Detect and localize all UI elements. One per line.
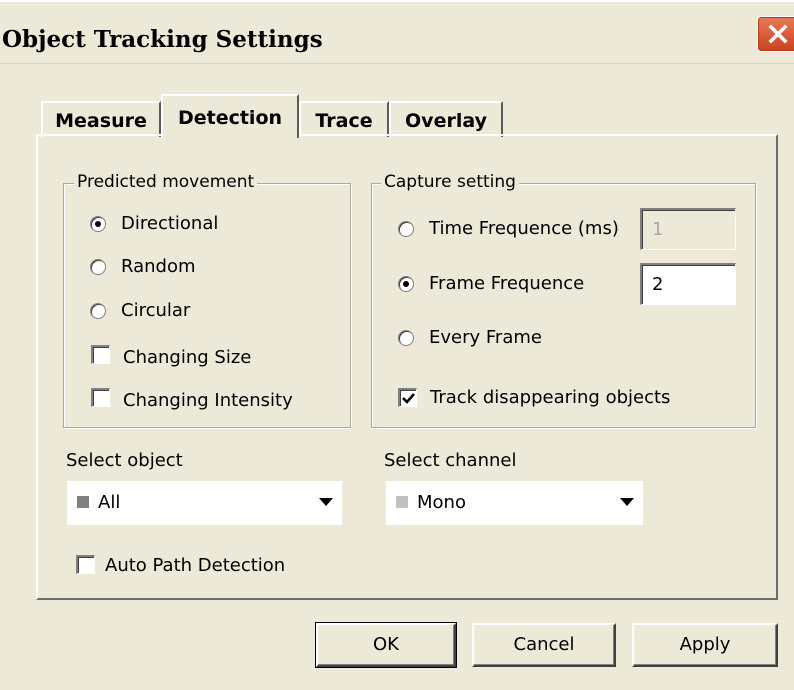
directional-label[interactable]: Directional bbox=[121, 213, 218, 235]
track-disappearing-checkbox[interactable] bbox=[398, 388, 417, 407]
auto-path-detection-checkbox[interactable] bbox=[76, 555, 95, 574]
random-label[interactable]: Random bbox=[121, 256, 196, 278]
close-button[interactable] bbox=[757, 16, 794, 52]
time-frequence-radio[interactable] bbox=[398, 221, 414, 237]
circular-label[interactable]: Circular bbox=[121, 300, 190, 322]
chevron-down-icon[interactable] bbox=[620, 498, 634, 506]
tab-overlay[interactable]: Overlay bbox=[389, 101, 503, 137]
ok-button[interactable]: OK bbox=[315, 622, 457, 668]
select-channel-label: Select channel bbox=[384, 450, 517, 471]
select-object-label: Select object bbox=[66, 450, 183, 471]
window-title: Object Tracking Settings bbox=[2, 26, 323, 53]
changing-size-checkbox[interactable] bbox=[91, 345, 110, 364]
tab-detection[interactable]: Detection bbox=[161, 94, 299, 138]
channel-color-swatch bbox=[396, 496, 408, 508]
select-channel-dropdown[interactable]: Mono bbox=[386, 481, 643, 525]
apply-button[interactable]: Apply bbox=[632, 623, 778, 667]
time-frequence-label[interactable]: Time Frequence (ms) bbox=[429, 218, 619, 240]
object-color-swatch bbox=[77, 496, 89, 508]
dialog-window: Object Tracking Settings Measure Detecti… bbox=[0, 0, 794, 690]
directional-radio[interactable] bbox=[90, 216, 106, 232]
select-channel-value: Mono bbox=[417, 492, 466, 513]
checkmark-icon bbox=[402, 393, 415, 404]
cancel-button[interactable]: Cancel bbox=[472, 623, 616, 667]
changing-intensity-checkbox[interactable] bbox=[91, 388, 110, 407]
every-frame-label[interactable]: Every Frame bbox=[429, 327, 542, 349]
chevron-down-icon[interactable] bbox=[319, 498, 333, 506]
tab-measure[interactable]: Measure bbox=[41, 101, 161, 137]
frame-frequence-label[interactable]: Frame Frequence bbox=[429, 273, 584, 295]
random-radio[interactable] bbox=[90, 259, 106, 275]
close-icon bbox=[768, 24, 788, 44]
frame-frequence-input[interactable]: 2 bbox=[640, 263, 736, 305]
track-disappearing-label[interactable]: Track disappearing objects bbox=[430, 387, 670, 409]
capture-setting-legend: Capture setting bbox=[381, 172, 519, 192]
changing-intensity-label[interactable]: Changing Intensity bbox=[123, 390, 293, 412]
frame-frequence-radio[interactable] bbox=[398, 276, 414, 292]
select-object-dropdown[interactable]: All bbox=[67, 481, 342, 525]
auto-path-detection-label[interactable]: Auto Path Detection bbox=[105, 555, 285, 577]
every-frame-radio[interactable] bbox=[398, 330, 414, 346]
title-separator bbox=[0, 63, 794, 64]
time-frequence-input[interactable]: 1 bbox=[640, 208, 736, 250]
predicted-movement-legend: Predicted movement bbox=[74, 172, 258, 192]
tab-trace[interactable]: Trace bbox=[299, 101, 389, 137]
title-bar[interactable]: Object Tracking Settings bbox=[0, 0, 794, 54]
circular-radio[interactable] bbox=[90, 303, 106, 319]
changing-size-label[interactable]: Changing Size bbox=[123, 347, 251, 369]
select-object-value: All bbox=[98, 492, 121, 513]
